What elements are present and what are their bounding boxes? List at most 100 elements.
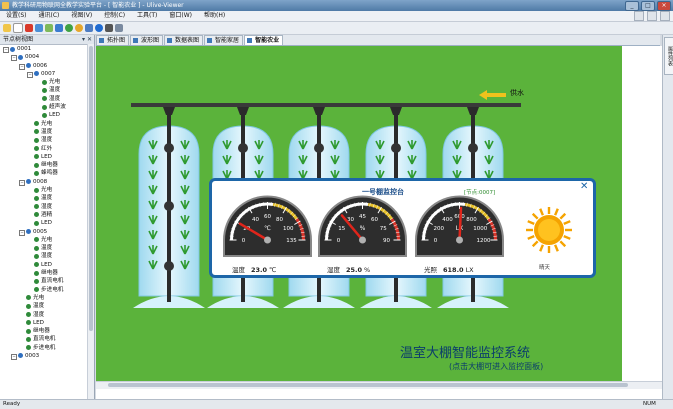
menu-item[interactable]: 通讯(C) [33, 11, 66, 21]
mdi-close-button[interactable] [660, 11, 670, 21]
tree-item[interactable]: 超声波 [0, 103, 94, 111]
terminal-icon[interactable] [105, 24, 113, 32]
tree-item[interactable]: −0001 [0, 45, 94, 53]
drip-node [164, 201, 174, 211]
tree-expander-icon[interactable]: − [19, 180, 25, 186]
property-list-tab[interactable]: 属性列表 [664, 37, 673, 75]
tree-item[interactable]: 温度 [0, 244, 94, 252]
tree-item[interactable]: 温度 [0, 302, 94, 310]
pin-icon[interactable]: ▾ ✕ [82, 35, 92, 44]
tree-item[interactable]: LED [0, 261, 94, 269]
tree-expander-icon[interactable]: − [27, 72, 33, 78]
node-tree-panel: 节点树视图 ▾ ✕ −0001−0004−0006−0007光电温度湿度超声波L… [0, 35, 95, 399]
tree-item[interactable]: 直流电机 [0, 335, 94, 343]
connect-icon[interactable] [65, 24, 73, 32]
tree-item[interactable]: 光电 [0, 120, 94, 128]
tab-1[interactable]: 波形图 [130, 35, 163, 45]
tree-item-label: 步进电机 [41, 286, 63, 294]
tree-item[interactable]: 湿度 [0, 311, 94, 319]
horizontal-scrollbar[interactable] [96, 381, 662, 389]
settings-icon[interactable] [85, 24, 93, 32]
minimize-button[interactable]: _ [625, 1, 639, 11]
tree-expander-icon[interactable]: − [19, 230, 25, 236]
greenhouse-1[interactable] [133, 112, 205, 308]
panel-close-icon[interactable]: ✕ [580, 182, 588, 192]
tree-item[interactable]: 光电 [0, 186, 94, 194]
tree-item[interactable]: −0004 [0, 53, 94, 61]
tree-item[interactable]: 湿度 [0, 252, 94, 260]
flow-arrow-icon [479, 90, 506, 100]
tree-item[interactable]: LED [0, 153, 94, 161]
menu-item[interactable]: 控制(C) [98, 11, 131, 21]
tab-0[interactable]: 拓扑图 [96, 35, 129, 45]
menu-item[interactable]: 窗口(W) [163, 11, 198, 21]
valve-icon[interactable] [237, 107, 249, 115]
tree-item[interactable]: 光电 [0, 236, 94, 244]
tab-2[interactable]: 数据表图 [164, 35, 203, 45]
tree-item[interactable]: 温度 [0, 86, 94, 94]
valve-icon[interactable] [467, 107, 479, 115]
menu-item[interactable]: 设置(S) [0, 11, 33, 21]
tree-item[interactable]: 继电器 [0, 161, 94, 169]
valve-icon[interactable] [390, 107, 402, 115]
valve-icon[interactable] [163, 107, 175, 115]
tree-item[interactable]: −0007 [0, 70, 94, 78]
tree-expander-icon[interactable]: − [11, 354, 17, 360]
info-icon[interactable] [115, 24, 123, 32]
tree-expander-icon[interactable]: − [3, 47, 9, 53]
node-icon [18, 353, 23, 358]
tree-item[interactable]: −0005 [0, 228, 94, 236]
menu-item[interactable]: 帮助(H) [198, 11, 231, 21]
h-scroll-thumb[interactable] [108, 383, 628, 387]
menu-item[interactable]: 工具(T) [131, 11, 163, 21]
tree-item[interactable]: 光电 [0, 294, 94, 302]
tree-item[interactable]: 蜂鸣器 [0, 169, 94, 177]
tree-item[interactable]: 湿度 [0, 136, 94, 144]
download-icon[interactable] [55, 24, 63, 32]
tree-item[interactable]: 湿度 [0, 203, 94, 211]
tree-item[interactable]: −0008 [0, 178, 94, 186]
tree-item[interactable]: 红外 [0, 145, 94, 153]
tree-item-label: 湿度 [49, 95, 60, 103]
menu-item[interactable]: 视图(V) [65, 11, 98, 21]
tree-expander-icon[interactable]: − [19, 64, 25, 70]
maximize-button[interactable]: □ [641, 1, 655, 11]
new-file-icon[interactable] [13, 23, 23, 33]
tree-item[interactable]: 光电 [0, 78, 94, 86]
tree-item[interactable]: LED [0, 219, 94, 227]
tree-item[interactable]: 步进电机 [0, 286, 94, 294]
tree-item-label: 红外 [41, 145, 52, 153]
tab-3[interactable]: 智能家居 [204, 35, 243, 45]
tree-scroll-thumb[interactable] [89, 46, 93, 331]
tree-item[interactable]: 温度 [0, 194, 94, 202]
tree-item[interactable]: 湿度 [0, 95, 94, 103]
tab-4[interactable]: 智能农业 [244, 35, 283, 45]
tree-item[interactable]: 温度 [0, 128, 94, 136]
tree-item[interactable]: 酒精 [0, 211, 94, 219]
refresh-icon[interactable] [45, 24, 53, 32]
tree-item[interactable]: LED [0, 319, 94, 327]
tree-scrollbar[interactable] [87, 44, 94, 399]
tree-item[interactable]: 直流电机 [0, 277, 94, 285]
tree-expander-icon[interactable]: − [11, 55, 17, 61]
mdi-restore-button[interactable] [647, 11, 657, 21]
tree-item[interactable]: −0006 [0, 62, 94, 70]
sun-ray [564, 236, 570, 239]
valve-icon[interactable] [313, 107, 325, 115]
sun-core [538, 219, 560, 241]
gauge-tick-label: 135 [286, 238, 297, 244]
folder-icon[interactable] [3, 24, 11, 32]
tree-item[interactable]: 继电器 [0, 269, 94, 277]
water-supply-label: 供水 [510, 88, 524, 98]
close-button[interactable]: × [657, 1, 671, 11]
stop-icon[interactable] [25, 24, 33, 32]
node-icon [34, 71, 39, 76]
tree-item[interactable]: 继电器 [0, 327, 94, 335]
tree-item[interactable]: 步进电机 [0, 344, 94, 352]
tree-item[interactable]: LED [0, 111, 94, 119]
tree-item[interactable]: −0003 [0, 352, 94, 360]
help-icon[interactable] [95, 24, 103, 32]
mdi-minimize-button[interactable] [634, 11, 644, 21]
home-icon[interactable] [75, 24, 83, 32]
save-icon[interactable] [35, 24, 43, 32]
